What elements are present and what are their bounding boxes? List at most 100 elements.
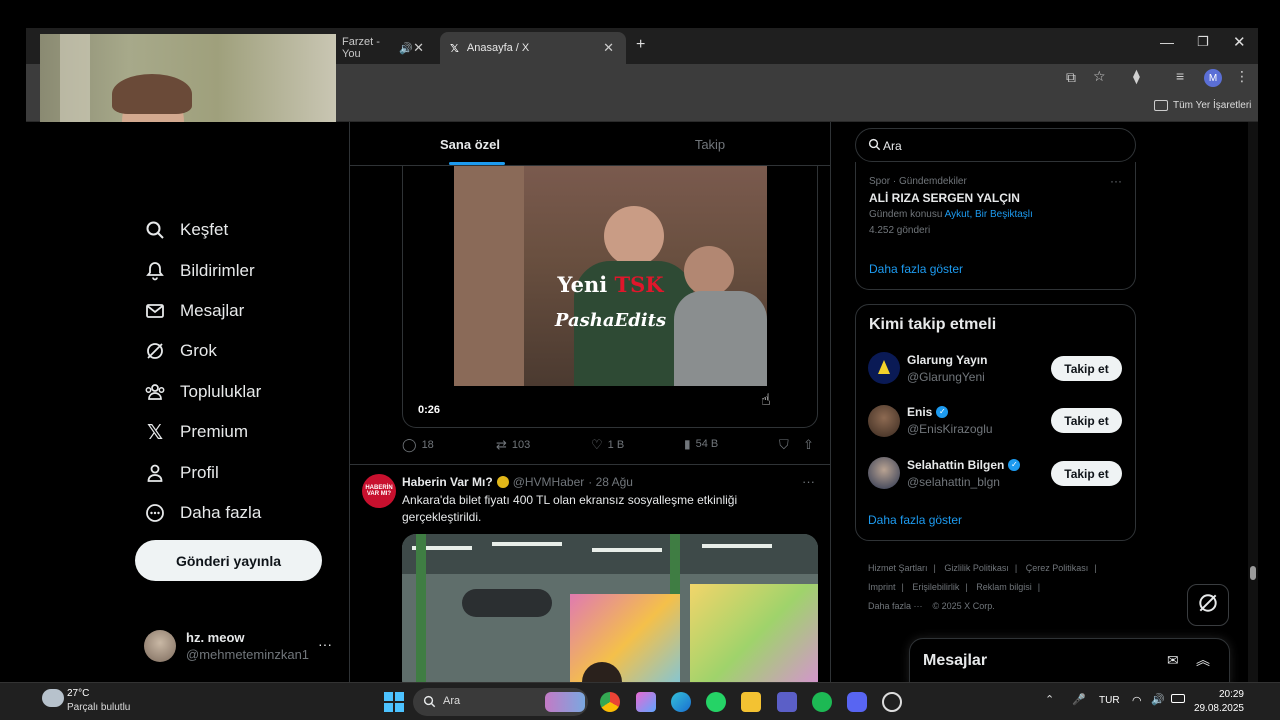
footer-more[interactable]: Daha fazla ··· — [868, 601, 923, 611]
weather-cloud-icon — [42, 689, 64, 707]
edge-icon[interactable] — [671, 692, 691, 712]
footer-link[interactable]: Gizlilik Politikası — [944, 563, 1009, 573]
nav-more[interactable]: Daha fazla — [144, 498, 261, 528]
footer-link[interactable]: Imprint — [868, 582, 896, 592]
bookmark-icon[interactable]: ⛉ — [779, 437, 789, 453]
follow-name[interactable]: Selahattin Bilgen — [907, 458, 1004, 472]
restore-icon[interactable]: ❐ — [1197, 34, 1209, 50]
chevron-up-icon[interactable]: ︽ — [1196, 650, 1210, 670]
follow-name[interactable]: Enis — [907, 405, 932, 419]
new-tab-icon[interactable]: + — [636, 36, 645, 54]
nav-messages[interactable]: Mesajlar — [144, 296, 244, 326]
avatar[interactable]: HABERİN VAR MI? — [362, 474, 396, 508]
search-input[interactable]: Ara — [883, 139, 902, 153]
microphone-icon[interactable]: 🎤 — [1072, 693, 1086, 706]
file-explorer-icon[interactable] — [741, 692, 761, 712]
copilot-icon[interactable] — [636, 692, 656, 712]
follow-name[interactable]: Glarung Yayın — [907, 353, 987, 367]
tweet-text: Ankara'da bilet fiyatı 400 TL olan ekran… — [402, 493, 738, 524]
tweet-author-handle[interactable]: @HVMHaber — [513, 475, 585, 489]
follow-handle[interactable]: @EnisKirazoglu — [907, 422, 993, 436]
tab-following[interactable]: Takip — [590, 122, 830, 166]
bookmark-star-icon[interactable]: ☆ — [1093, 68, 1106, 85]
new-message-icon[interactable]: ✉ — [1167, 652, 1179, 669]
footer-link[interactable]: Erişilebilirlik — [912, 582, 959, 592]
nav-profile[interactable]: Profil — [144, 458, 219, 488]
chart-icon: ▮ — [684, 437, 691, 451]
follow-button[interactable]: Takip et — [1051, 461, 1122, 486]
chevron-up-icon[interactable]: ⌃ — [1045, 693, 1054, 706]
clock-time[interactable]: 20:29 — [1210, 689, 1244, 700]
tweet-more-icon[interactable]: ··· — [802, 474, 815, 489]
nav-grok[interactable]: Grok — [144, 336, 217, 366]
taskbar-search-input[interactable]: Ara — [443, 695, 460, 707]
wifi-icon[interactable]: ◠ — [1132, 694, 1142, 707]
nav-explore[interactable]: Keşfet — [144, 215, 228, 245]
battery-icon[interactable] — [1171, 694, 1185, 703]
messages-drawer[interactable]: Mesajlar ✉ ︽ — [909, 638, 1230, 682]
windows-start-icon[interactable] — [384, 692, 404, 712]
views-button[interactable]: ▮ 54 B — [684, 437, 718, 451]
retweet-button[interactable]: ⇄ 103 — [496, 437, 530, 453]
grok-float-button[interactable] — [1187, 584, 1229, 626]
weather-desc[interactable]: Parçalı bulutlu — [67, 702, 130, 713]
extensions-icon[interactable]: ⧫ — [1133, 68, 1140, 85]
search-box[interactable]: Ara — [855, 128, 1136, 162]
tab-x-home[interactable]: 𝕏 Anasayfa / X ✕ — [440, 32, 626, 64]
share-icon[interactable]: ⇧ — [803, 437, 814, 453]
avatar[interactable] — [868, 457, 900, 489]
follow-button[interactable]: Takip et — [1051, 408, 1122, 433]
light — [492, 542, 562, 546]
trend-topic-links[interactable]: Aykut, Bir Beşiktaşlı — [945, 209, 1033, 220]
post-button[interactable]: Gönderi yayınla — [135, 540, 322, 581]
footer-link[interactable]: Hizmet Şartları — [868, 563, 928, 573]
follow-button[interactable]: Takip et — [1051, 356, 1122, 381]
whatsapp-icon[interactable] — [706, 692, 726, 712]
media-control-icon[interactable]: ≡ — [1176, 68, 1184, 84]
follow-name-row: Selahattin Bilgen ✓ — [907, 458, 1021, 472]
avatar[interactable] — [868, 405, 900, 437]
account-switcher[interactable]: hz. meow @mehmeteminzkan1 ··· — [144, 628, 344, 668]
tweet-date[interactable]: · 28 Ağu — [588, 475, 633, 489]
video-player[interactable]: Yeni TSK PashaEdits 0:26 — [402, 166, 818, 428]
trends-show-more[interactable]: Daha fazla göster — [869, 262, 963, 276]
keyboard-language[interactable]: TUR — [1099, 695, 1120, 706]
like-button[interactable]: ♡ 1 B — [591, 437, 624, 453]
tweet-author-name[interactable]: Haberin Var Mı? — [402, 475, 493, 489]
close-tab-icon[interactable]: ✕ — [603, 40, 614, 56]
close-window-icon[interactable]: ✕ — [1233, 33, 1246, 51]
follow-handle[interactable]: @GlarungYeni — [907, 370, 985, 384]
follow-show-more[interactable]: Daha fazla göster — [868, 513, 962, 527]
follow-handle[interactable]: @selahattin_blgn — [907, 475, 1000, 489]
discord-icon[interactable] — [847, 692, 867, 712]
spotify-icon[interactable] — [812, 692, 832, 712]
tab-youtube[interactable]: Farzet - You 🔊 ✕ — [332, 32, 436, 64]
close-tab-icon[interactable]: ✕ — [413, 40, 424, 56]
trend-title[interactable]: ALİ RIZA SERGEN YALÇIN — [869, 191, 1020, 205]
nav-premium[interactable]: 𝕏 Premium — [144, 417, 248, 447]
install-app-icon[interactable]: ⧉ — [1066, 69, 1076, 86]
clock-date[interactable]: 29.08.2025 — [1190, 703, 1244, 714]
footer-link[interactable]: Reklam bilgisi — [976, 582, 1032, 592]
tweet-image[interactable] — [402, 534, 818, 682]
video-overlay-text: Yeni TSK — [454, 272, 767, 297]
browser-menu-icon[interactable]: ⋮ — [1235, 68, 1249, 85]
all-bookmarks-link[interactable]: Tüm Yer İşaretleri — [1173, 100, 1251, 111]
weather-temp[interactable]: 27°C — [67, 688, 89, 699]
teams-icon[interactable] — [777, 692, 797, 712]
settings-icon[interactable] — [882, 692, 902, 712]
account-more-icon[interactable]: ··· — [318, 636, 332, 652]
volume-icon[interactable]: 🔊 — [1151, 693, 1165, 706]
nav-notifications[interactable]: Bildirimler — [144, 256, 255, 286]
nav-communities[interactable]: Topluluklar — [144, 377, 261, 407]
minimize-icon[interactable]: — — [1160, 34, 1174, 50]
reply-button[interactable]: ◯ 18 — [402, 437, 434, 453]
scrollbar[interactable] — [1248, 122, 1258, 682]
taskbar-search[interactable]: Ara — [413, 688, 588, 716]
profile-avatar[interactable]: M — [1204, 69, 1222, 87]
chrome-icon[interactable] — [600, 692, 620, 712]
footer-link[interactable]: Çerez Politikası — [1026, 563, 1089, 573]
tab-for-you[interactable]: Sana özel — [350, 122, 590, 166]
trend-more-icon[interactable]: ··· — [1110, 174, 1122, 188]
scrollbar-thumb[interactable] — [1250, 566, 1256, 580]
